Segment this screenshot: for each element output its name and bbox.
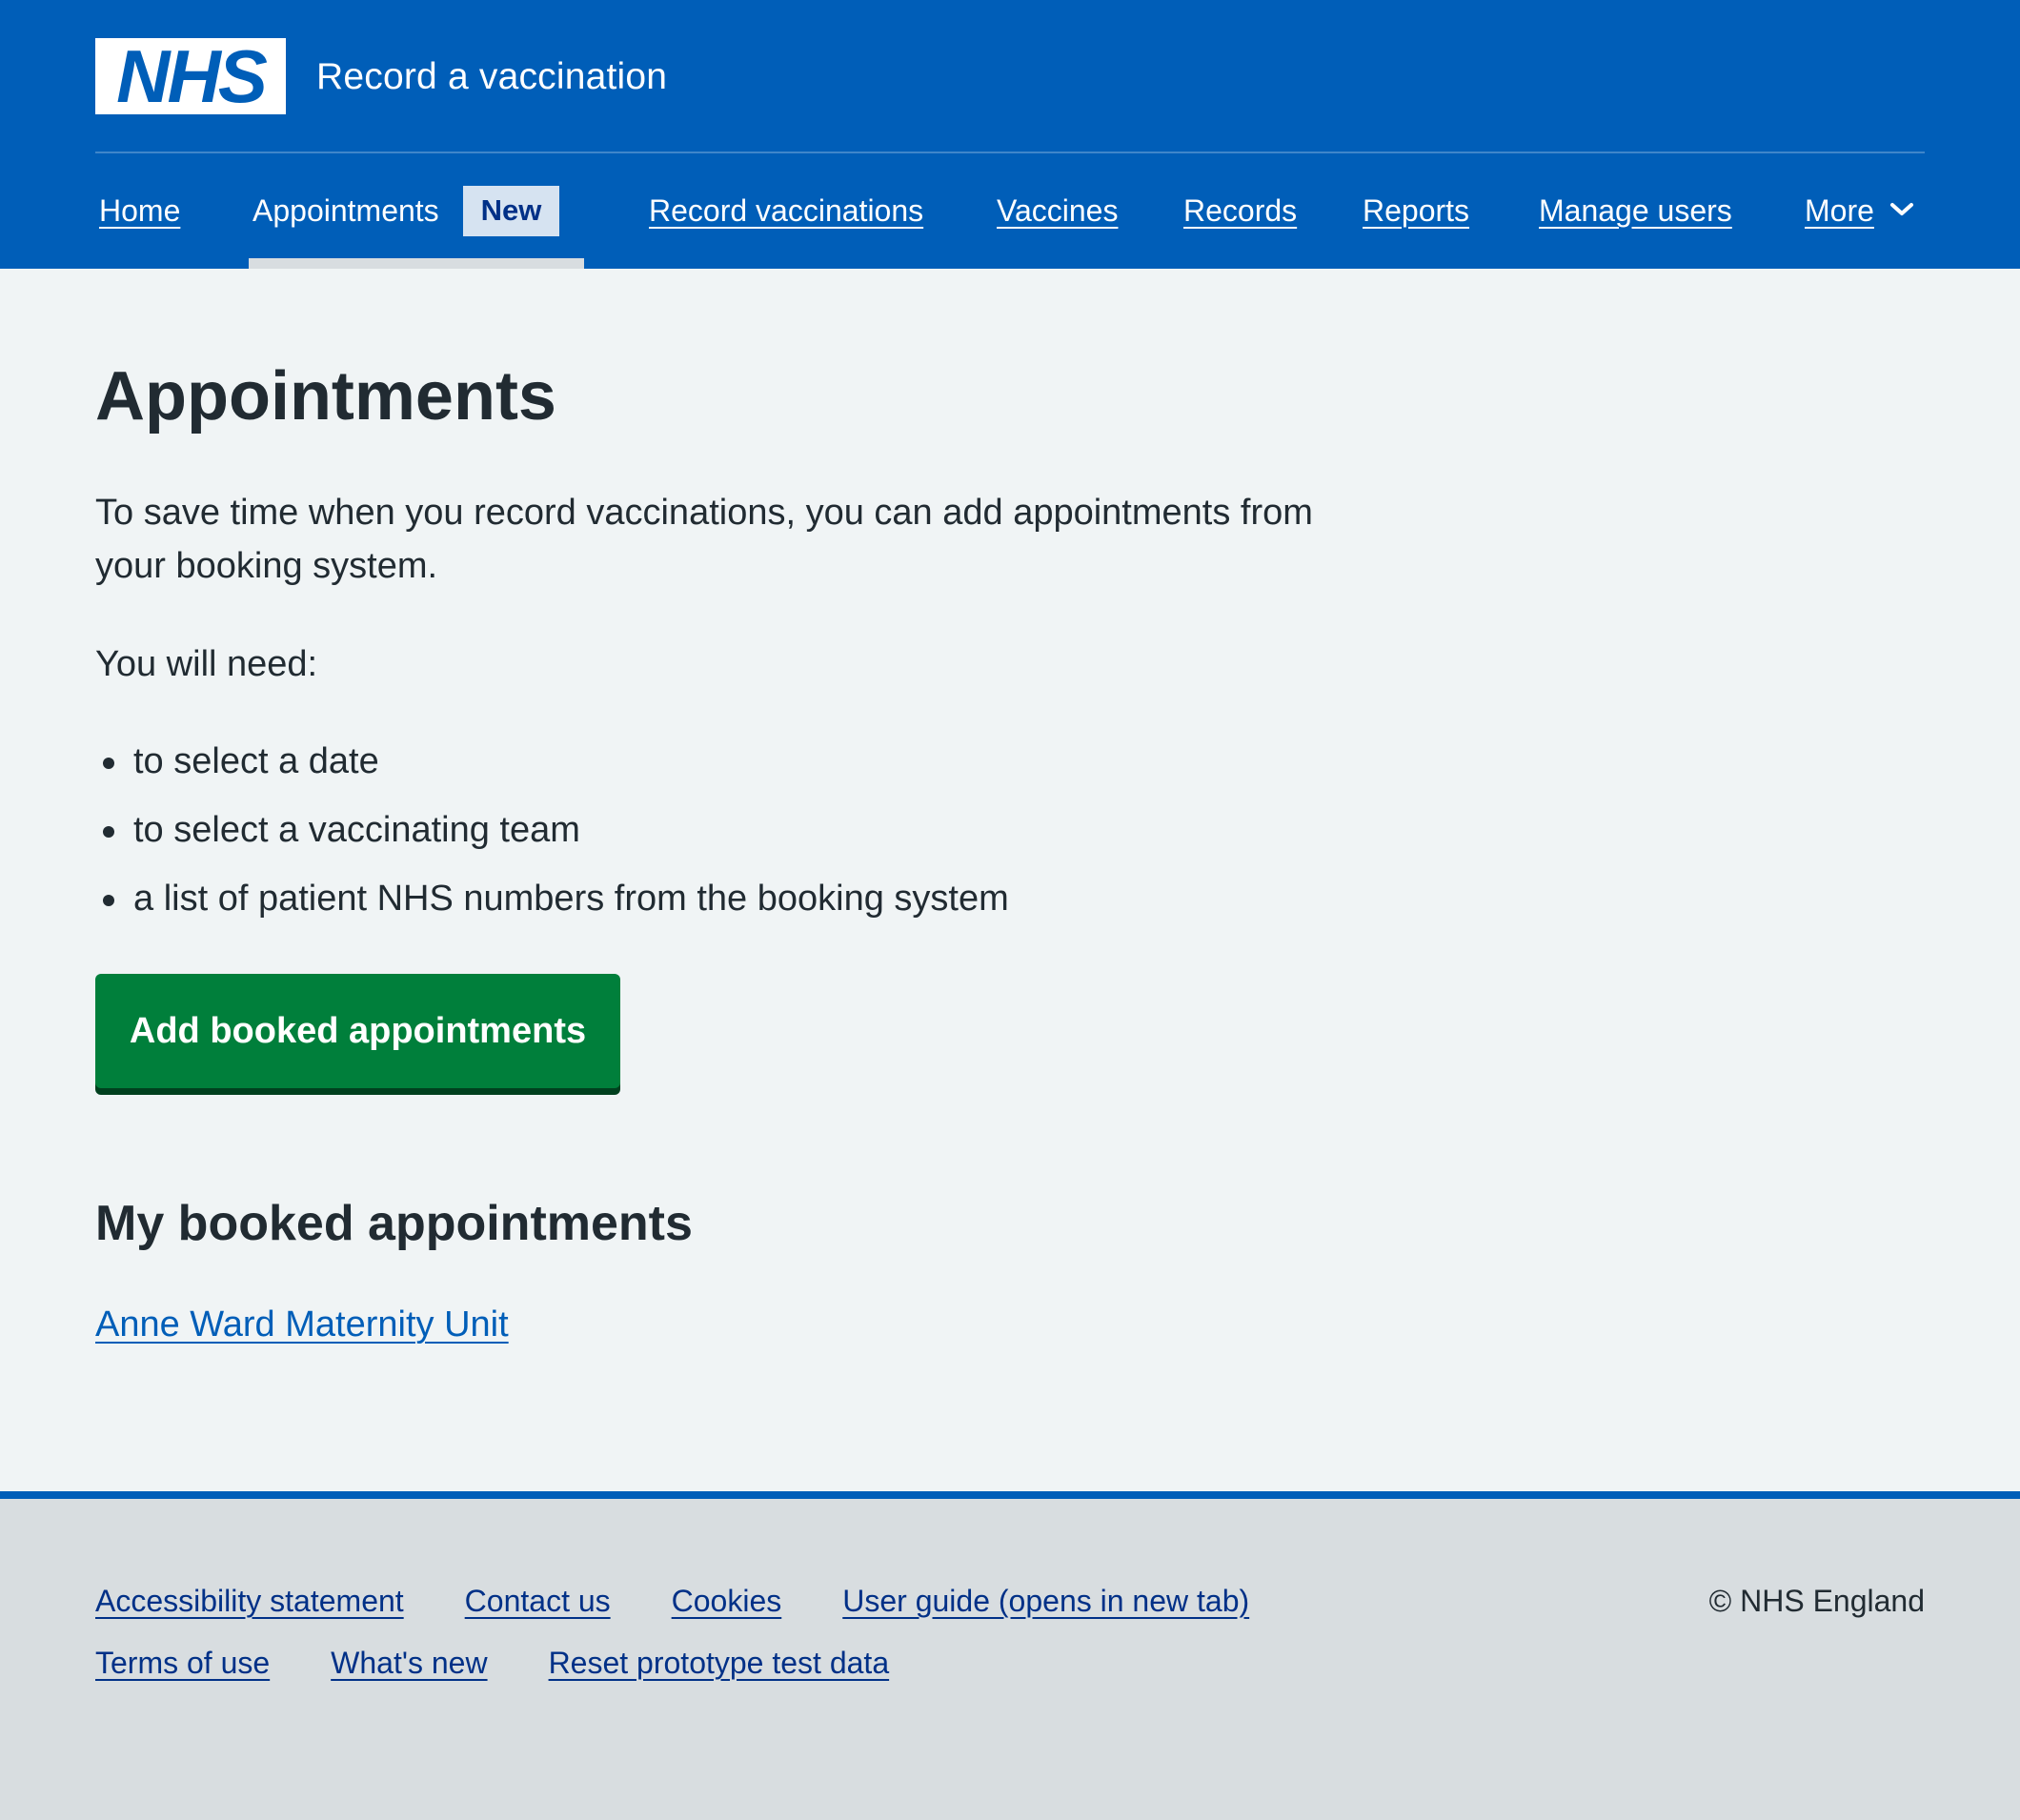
footer-link-reset-test-data[interactable]: Reset prototype test data [549, 1646, 890, 1681]
page-title: Appointments [95, 358, 556, 435]
nav-item-vaccines[interactable]: Vaccines [997, 153, 1118, 269]
nav-item-more-label: More [1805, 193, 1874, 228]
footer-link-cookies[interactable]: Cookies [672, 1584, 782, 1619]
header-home-link[interactable]: NHS Record a vaccination [95, 38, 667, 114]
footer-link-whats-new[interactable]: What's new [331, 1646, 487, 1681]
new-tag: New [462, 185, 560, 237]
footer-links: Accessibility statement Contact us Cooki… [95, 1570, 1310, 1694]
footer-links-row: Accessibility statement Contact us Cooki… [95, 1570, 1310, 1632]
footer-link-accessibility-statement[interactable]: Accessibility statement [95, 1584, 404, 1619]
site-footer: Accessibility statement Contact us Cooki… [0, 1491, 2020, 1820]
requirements-list: to select a date to select a vaccinating… [95, 735, 1009, 940]
appointment-link-anne-ward[interactable]: Anne Ward Maternity Unit [95, 1304, 509, 1345]
nav-item-more[interactable]: More [1805, 153, 1914, 269]
list-item: a list of patient NHS numbers from the b… [95, 872, 1009, 940]
header-container: NHS Record a vaccination Home Appointmen… [95, 0, 1925, 269]
booked-appointments-heading: My booked appointments [95, 1196, 693, 1251]
nav-item-record-vaccinations[interactable]: Record vaccinations [649, 153, 923, 269]
footer-link-contact-us[interactable]: Contact us [465, 1584, 611, 1619]
copyright-text: © NHS England [1708, 1584, 1925, 1618]
footer-link-terms-of-use[interactable]: Terms of use [95, 1646, 270, 1681]
nav-item-home[interactable]: Home [99, 153, 180, 269]
nhs-logo: NHS [95, 38, 286, 114]
requirements-heading: You will need: [95, 644, 318, 684]
primary-navigation: Home Appointments New Record vaccination… [95, 153, 1925, 269]
add-booked-appointments-button[interactable]: Add booked appointments [95, 974, 620, 1088]
nav-item-appointments[interactable]: Appointments New [252, 153, 560, 269]
footer-links-row: Terms of use What's new Reset prototype … [95, 1632, 1310, 1694]
service-name: Record a vaccination [316, 55, 668, 97]
nav-item-manage-users[interactable]: Manage users [1539, 153, 1732, 269]
nav-item-reports[interactable]: Reports [1363, 153, 1469, 269]
nav-item-appointments-label: Appointments [252, 193, 439, 228]
chevron-down-icon [1889, 202, 1913, 215]
footer-link-user-guide[interactable]: User guide (opens in new tab) [842, 1584, 1249, 1619]
list-item: to select a vaccinating team [95, 803, 1009, 872]
intro-text: To save time when you record vaccination… [95, 493, 1313, 586]
nhs-logo-text: NHS [116, 38, 268, 114]
list-item: to select a date [95, 735, 1009, 803]
site-header: NHS Record a vaccination Home Appointmen… [0, 0, 2020, 269]
nav-item-records[interactable]: Records [1183, 153, 1297, 269]
current-page-indicator [249, 258, 584, 269]
